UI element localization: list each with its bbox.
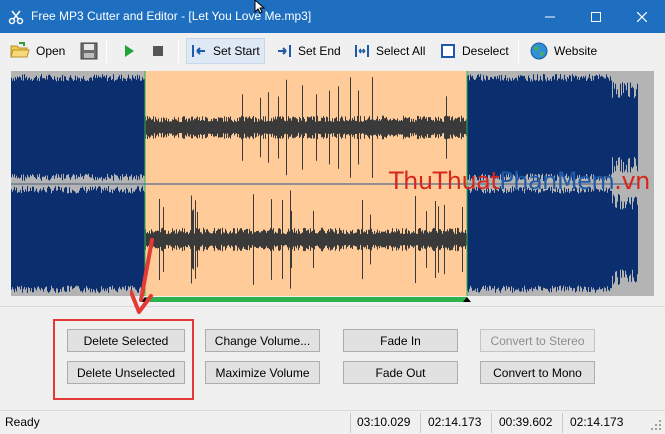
deselect-label: Deselect	[462, 44, 509, 58]
select-all-icon	[355, 45, 369, 57]
convert-to-mono-button[interactable]: Convert to Mono	[480, 361, 595, 384]
selection-start-time: 02:14.173	[428, 415, 482, 429]
toolbar-separator	[106, 39, 107, 63]
folder-icon	[10, 42, 30, 58]
deselect-button[interactable]: Deselect	[436, 38, 513, 64]
title-bar[interactable]: Free MP3 Cutter and Editor - [Let You Lo…	[0, 0, 665, 33]
annotation-arrow	[130, 238, 154, 314]
set-start-button[interactable]: Set Start	[186, 38, 265, 64]
window-title: Free MP3 Cutter and Editor - [Let You Lo…	[31, 9, 312, 23]
status-divider	[562, 413, 563, 433]
app-window: Free MP3 Cutter and Editor - [Let You Lo…	[0, 0, 665, 434]
open-button[interactable]: Open	[6, 38, 69, 64]
globe-icon	[530, 42, 548, 60]
website-button[interactable]: Website	[526, 38, 601, 64]
deselect-icon	[441, 44, 455, 58]
change-volume-button[interactable]: Change Volume...	[205, 329, 320, 352]
status-divider	[350, 413, 351, 433]
status-text: Ready	[5, 415, 40, 429]
save-icon	[80, 42, 98, 60]
select-all-label: Select All	[376, 44, 426, 58]
set-end-label: Set End	[298, 44, 341, 58]
selection-progress-bar	[145, 297, 467, 302]
mouse-cursor-icon	[254, 0, 266, 14]
fade-out-button[interactable]: Fade Out	[343, 361, 458, 384]
status-divider	[491, 413, 492, 433]
maximize-button[interactable]	[573, 0, 619, 33]
annotation-highlight-box	[53, 319, 194, 400]
open-label: Open	[36, 44, 66, 58]
minimize-button[interactable]	[527, 0, 573, 33]
watermark: ThuThuatPhanMem.vn	[389, 167, 650, 195]
status-bar: Ready 03:10.029 02:14.173 00:39.602 02:1…	[0, 410, 665, 434]
total-time: 03:10.029	[357, 415, 411, 429]
website-label: Website	[554, 44, 598, 58]
resize-grip-icon[interactable]	[650, 419, 662, 431]
set-start-icon	[192, 45, 205, 57]
play-icon	[125, 45, 134, 57]
maximize-volume-button[interactable]: Maximize Volume	[205, 361, 320, 384]
set-end-button[interactable]: Set End	[272, 38, 345, 64]
scissors-app-icon	[8, 10, 24, 25]
set-start-label: Set Start	[213, 44, 260, 58]
maximize-icon	[591, 11, 601, 22]
convert-to-stereo-button[interactable]: Convert to Stereo	[480, 329, 595, 352]
waveform-view[interactable]: ThuThuatPhanMem.vn	[11, 71, 654, 303]
status-divider	[420, 413, 421, 433]
play-button[interactable]	[118, 38, 140, 64]
toolbar-separator	[518, 39, 519, 63]
close-button[interactable]	[619, 0, 665, 33]
select-all-button[interactable]: Select All	[350, 38, 429, 64]
selection-length-time: 00:39.602	[499, 415, 553, 429]
stop-button[interactable]	[148, 38, 168, 64]
selection-end-time: 02:14.173	[570, 415, 624, 429]
toolbar-separator	[178, 39, 179, 63]
panel-divider	[0, 306, 665, 307]
stop-icon	[153, 46, 163, 56]
fade-in-button[interactable]: Fade In	[343, 329, 458, 352]
set-end-icon	[278, 45, 291, 57]
minimize-icon	[545, 16, 555, 17]
close-icon	[637, 11, 647, 22]
toolbar: Open Set Start Set End Select All Desele…	[0, 33, 665, 69]
save-button[interactable]	[76, 38, 102, 64]
